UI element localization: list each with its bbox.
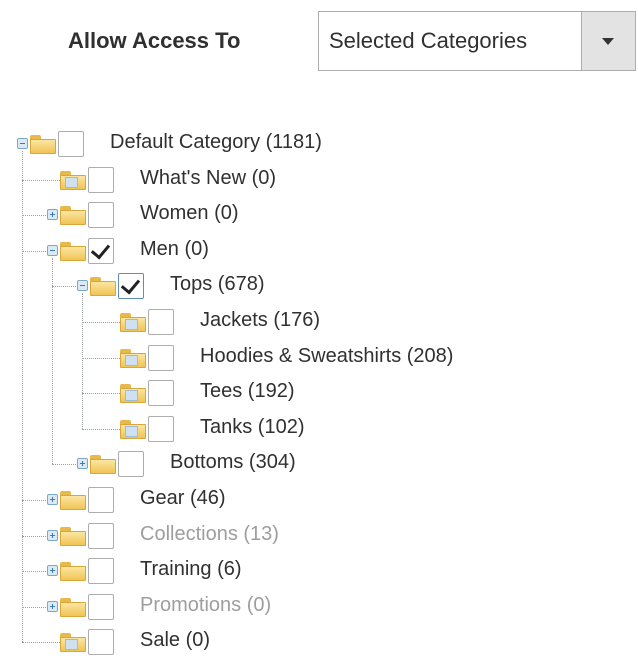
folder-icon [60,169,86,191]
tree-node[interactable]: Men (0) [0,235,638,269]
tree-node[interactable]: Jackets (176) [0,306,638,340]
folder-icon [60,525,86,547]
tree-expander-icon[interactable] [77,280,88,292]
tree-node[interactable]: What's New (0) [0,164,638,198]
category-label[interactable]: Men (0) [140,238,209,261]
tree-node[interactable]: Hoodies & Sweatshirts (208) [0,342,638,376]
tree-node[interactable]: Default Category (1181) [0,128,638,162]
folder-icon [60,631,86,653]
tree-node[interactable]: Women (0) [0,199,638,233]
folder-icon [120,311,146,333]
checkmark-icon [120,274,141,295]
category-checkbox[interactable] [88,558,114,585]
tree-expander-icon[interactable] [47,529,58,541]
folder-icon [120,418,146,440]
category-label[interactable]: Hoodies & Sweatshirts (208) [200,345,453,368]
tree-node[interactable]: Training (6) [0,555,638,589]
folder-icon [120,382,146,404]
category-label[interactable]: Collections (13) [140,523,279,546]
tree-expander-icon[interactable] [47,209,58,221]
folder-icon [60,489,86,511]
category-label[interactable]: Women (0) [140,202,239,225]
category-label[interactable]: Tanks (102) [200,416,305,439]
category-checkbox[interactable] [148,415,174,442]
category-label[interactable]: What's New (0) [140,167,276,190]
folder-icon [120,347,146,369]
tree-expander-icon[interactable] [47,600,58,612]
category-checkbox[interactable] [88,237,114,264]
category-label[interactable]: Gear (46) [140,487,226,510]
folder-icon [60,240,86,262]
folder-icon [60,204,86,226]
tree-node[interactable]: Bottoms (304) [0,448,638,482]
category-checkbox[interactable] [118,451,144,478]
category-checkbox[interactable] [118,273,144,300]
category-checkbox[interactable] [148,344,174,371]
category-checkbox[interactable] [88,593,114,620]
category-checkbox[interactable] [88,202,114,229]
tree-node[interactable]: Tanks (102) [0,413,638,447]
checkmark-icon [90,239,111,260]
category-label[interactable]: Bottoms (304) [170,451,296,474]
folder-icon [30,133,56,155]
category-label[interactable]: Tees (192) [200,380,295,403]
folder-icon [60,596,86,618]
category-checkbox[interactable] [88,166,114,193]
tree-expander-icon[interactable] [17,138,28,149]
category-checkbox[interactable] [88,629,114,656]
category-checkbox[interactable] [58,131,84,157]
category-label[interactable]: Training (6) [140,558,242,581]
tree-node[interactable]: Tops (678) [0,270,638,304]
tree-node[interactable]: Gear (46) [0,484,638,518]
tree-node[interactable]: Collections (13) [0,520,638,554]
category-checkbox[interactable] [148,380,174,407]
category-label[interactable]: Default Category (1181) [110,131,322,154]
tree-expander-icon[interactable] [77,458,88,470]
category-label[interactable]: Promotions (0) [140,594,271,617]
tree-node[interactable]: Tees (192) [0,377,638,411]
category-checkbox[interactable] [148,309,174,335]
folder-icon [90,453,116,475]
tree-expander-icon[interactable] [47,565,58,577]
category-label[interactable]: Tops (678) [170,273,265,296]
category-tree: Default Category (1181) What's New (0) Wom… [0,0,638,656]
category-label[interactable]: Jackets (176) [200,309,320,332]
tree-node[interactable]: Promotions (0) [0,591,638,625]
tree-node[interactable]: Sale (0) [0,626,638,660]
tree-expander-icon[interactable] [47,244,58,256]
category-checkbox[interactable] [88,522,114,549]
folder-icon [60,560,86,582]
category-checkbox[interactable] [88,487,114,513]
tree-expander-icon[interactable] [47,494,58,505]
folder-icon [90,275,116,297]
